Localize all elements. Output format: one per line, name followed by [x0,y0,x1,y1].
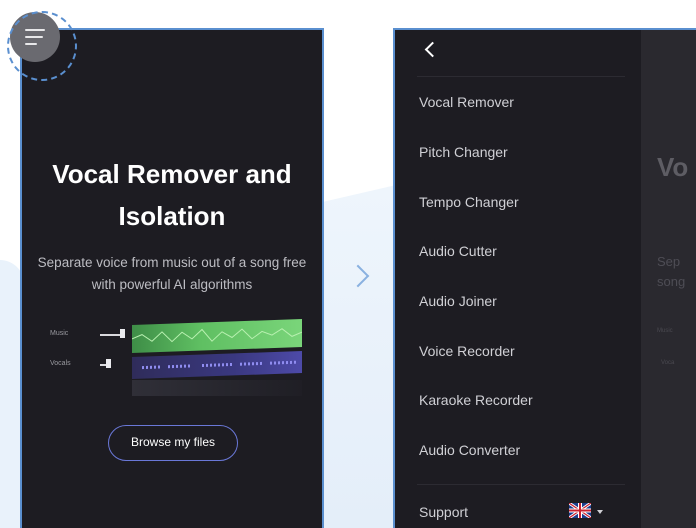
volume-handle-icon [106,359,111,368]
highlight-ring [7,11,77,81]
hero-title: Vocal Remover and Isolation [52,159,292,231]
uk-flag-icon[interactable] [569,503,591,518]
back-chevron-icon[interactable] [424,41,441,58]
volume-slider-icon [100,334,122,336]
phone-screen-menu-open: Vo Sep song Music Voca Vocal Remover Pit… [393,28,696,528]
background-shape [322,185,396,528]
divider [417,484,625,485]
background-track-label: Music [657,328,673,334]
background-track-label: Voca [661,360,675,366]
track-preview: Music Vocals [42,319,302,402]
menu-item-audio-converter[interactable]: Audio Converter [419,442,520,458]
caret-down-icon[interactable] [597,510,603,514]
background-page: Vo Sep song Music Voca [641,30,696,528]
browse-files-button[interactable]: Browse my files [108,425,238,461]
background-title: Vo [657,152,689,182]
menu-item-audio-joiner[interactable]: Audio Joiner [419,293,497,309]
music-waveform [132,319,302,353]
menu-item-audio-cutter[interactable]: Audio Cutter [419,243,497,259]
track-label-vocals: Vocals [50,360,71,367]
volume-handle-icon [120,329,125,338]
ghost-waveform [132,380,302,396]
menu-item-vocal-remover[interactable]: Vocal Remover [419,94,514,110]
menu-item-tempo-changer[interactable]: Tempo Changer [419,194,519,210]
hero-subtitle: Separate voice from music out of a song … [37,255,307,292]
support-link[interactable]: Support [419,504,468,520]
background-subtitle-2: song [657,274,686,289]
vocals-waveform [132,351,302,379]
phone-screen-home: Vocal Remover and Isolation Separate voi… [20,28,324,528]
background-subtitle-1: Sep [657,254,681,269]
track-label-music: Music [50,330,69,337]
menu-item-voice-recorder[interactable]: Voice Recorder [419,343,515,359]
menu-item-pitch-changer[interactable]: Pitch Changer [419,144,508,160]
menu-item-karaoke-recorder[interactable]: Karaoke Recorder [419,392,533,408]
side-menu: Vocal Remover Pitch Changer Tempo Change… [395,30,641,528]
divider [417,76,625,77]
